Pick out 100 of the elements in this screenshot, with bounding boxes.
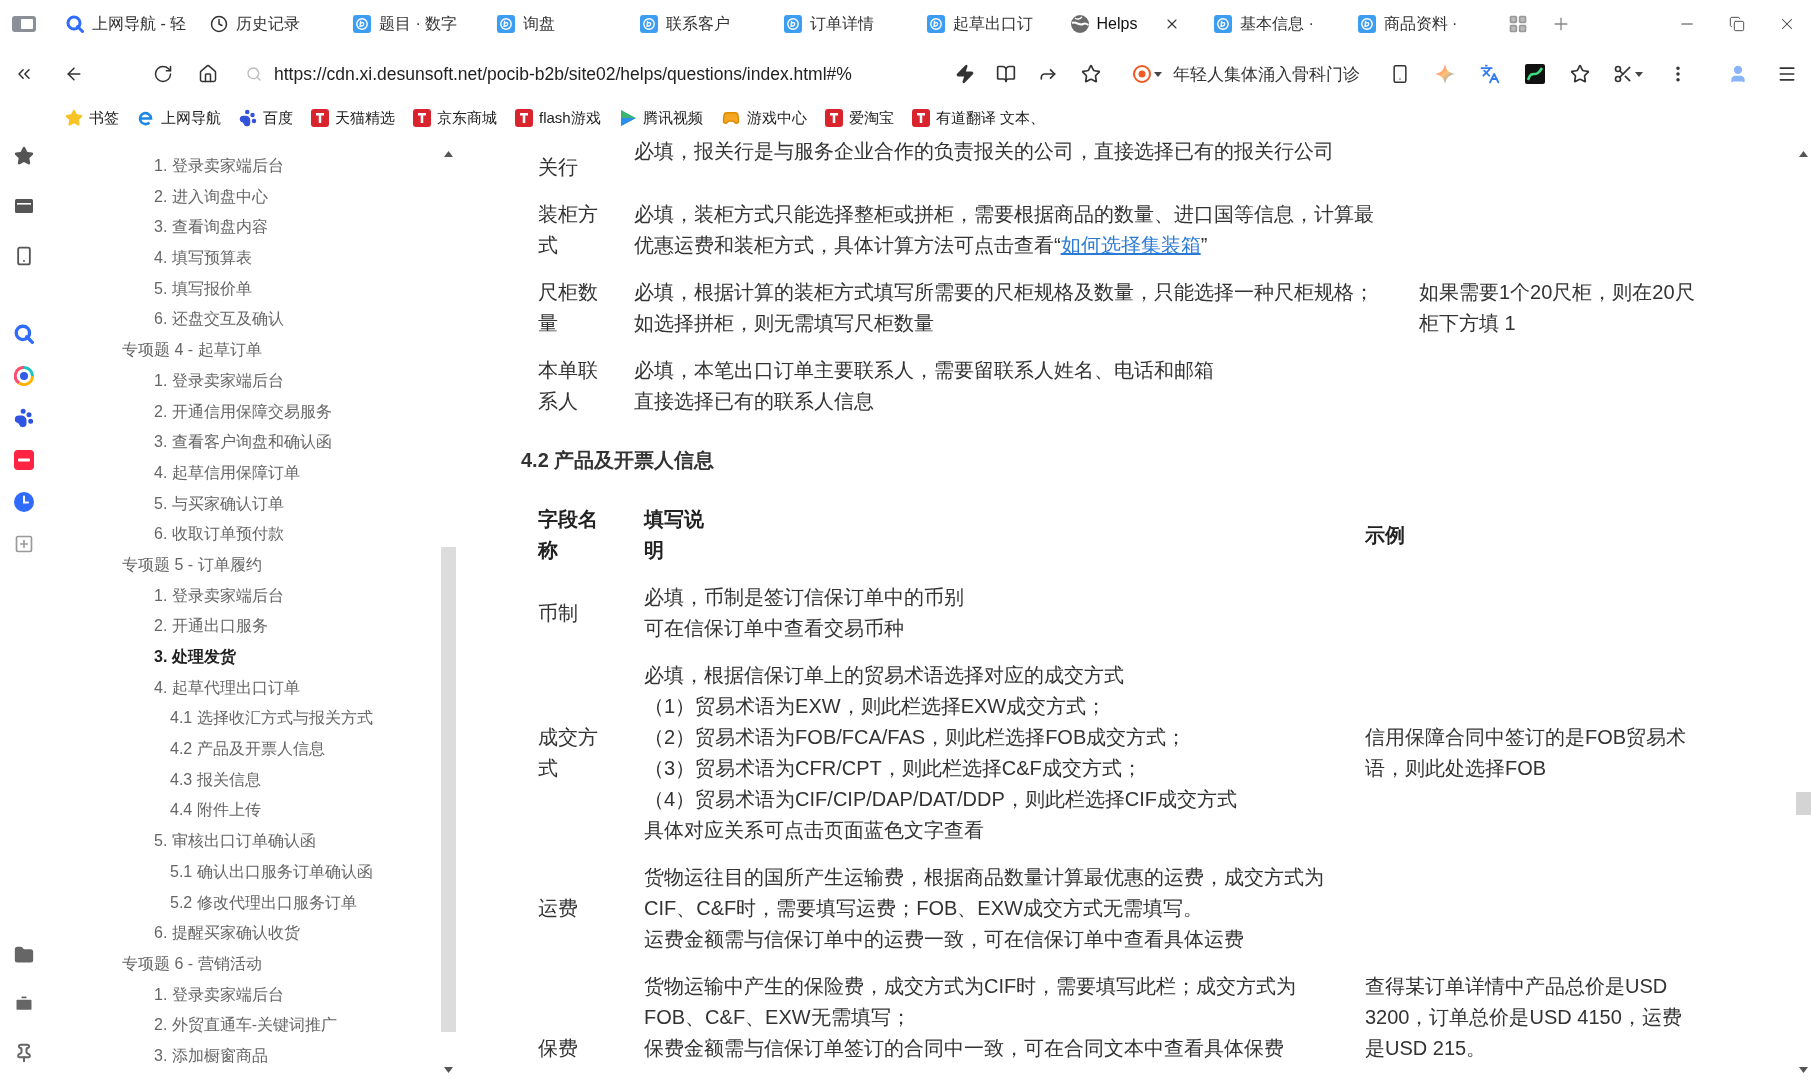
tile-logo-icon[interactable] xyxy=(14,450,34,470)
folder-icon[interactable] xyxy=(14,196,34,216)
tree-item[interactable]: 3. 查看询盘内容 xyxy=(154,212,268,244)
tree-item[interactable]: 2. 开通出口服务 xyxy=(154,611,268,642)
tree-item[interactable]: 4. 起草信用保障订单 xyxy=(154,457,300,489)
tree-item[interactable]: 5. 与买家确认订单 xyxy=(154,488,284,520)
app-logo-icon xyxy=(1357,15,1376,33)
tree-item[interactable]: 4. 填写预算表 xyxy=(154,243,252,274)
scroll-down-icon[interactable] xyxy=(444,1067,453,1073)
bookmark-link[interactable]: 天猫精选 xyxy=(311,106,395,130)
briefcase-icon[interactable] xyxy=(14,994,34,1014)
paw-icon[interactable] xyxy=(14,408,34,428)
section-heading: 4.2 产品及开票人信息 xyxy=(521,448,715,473)
tree-item[interactable]: 专项题 4 - 起草订单 xyxy=(122,335,262,366)
browser-tab[interactable]: 基本信息 · xyxy=(1204,4,1348,44)
browser-tab[interactable]: 题目 · 数字 xyxy=(343,4,487,44)
restore-icon[interactable] xyxy=(1729,16,1745,32)
bookmark-link[interactable]: 书签 xyxy=(65,106,119,130)
tree-item[interactable]: 3. 处理发货 xyxy=(154,642,236,673)
tree-item[interactable]: 3. 查看客户询盘和确认函 xyxy=(154,427,332,458)
menu-icon[interactable] xyxy=(1777,64,1797,84)
bookmark-link[interactable]: 有道翻译 文本、 xyxy=(911,106,1045,130)
folder-icon[interactable] xyxy=(14,945,34,965)
tree-item[interactable]: 4.4 附件上传 xyxy=(170,795,261,827)
tree-item[interactable]: 4. 起草代理出口订单 xyxy=(154,672,300,704)
scrollbar-thumb[interactable] xyxy=(1796,792,1811,815)
star-icon[interactable] xyxy=(14,146,34,166)
star-icon[interactable] xyxy=(1570,64,1590,84)
tree-item[interactable]: 5. 审核出口订单确认函 xyxy=(154,826,316,857)
translate-icon[interactable] xyxy=(1480,64,1500,84)
reload-icon[interactable] xyxy=(153,64,173,84)
phone-icon[interactable] xyxy=(1390,64,1410,84)
bookmark-link[interactable]: 京东商城 xyxy=(413,106,497,130)
tree-item[interactable]: 4.1 选择收汇方式与报关方式 xyxy=(170,703,373,735)
bookmark-link[interactable]: 爱淘宝 xyxy=(824,106,894,130)
tree-item[interactable]: 6. 提醒买家确认收货 xyxy=(154,918,300,949)
tree-item[interactable]: 3. 添加橱窗商品 xyxy=(154,1040,268,1072)
scrollbar-thumb[interactable] xyxy=(441,547,456,1032)
lightning-icon[interactable] xyxy=(955,64,975,84)
star-icon[interactable] xyxy=(1081,64,1101,84)
home-icon[interactable] xyxy=(198,64,218,84)
scroll-up-icon[interactable] xyxy=(444,151,453,157)
bookmark-link[interactable]: 游戏中心 xyxy=(720,106,807,130)
search-field[interactable]: 年轻人集体涌入骨科门诊 xyxy=(1125,56,1370,92)
tree-item[interactable]: 1. 登录卖家端后台 xyxy=(154,151,284,182)
scissors-icon[interactable] xyxy=(1613,64,1633,84)
description-line: （4）贸易术语为CIF/CIP/DAP/DAT/DDP，则此栏选择CIF成交方式 xyxy=(644,787,1237,812)
app-logo-icon xyxy=(1214,15,1232,33)
tree-item[interactable]: 1. 登录卖家端后台 xyxy=(154,979,284,1011)
browser-tab[interactable]: 起草出口订 xyxy=(917,4,1061,44)
description-line: 货物运往目的国所产生运输费，根据商品数量计算最优惠的运费，成交方式为 xyxy=(644,865,1324,890)
tree-item[interactable]: 专项题 5 - 订单履约 xyxy=(122,549,262,581)
tree-item[interactable]: 2. 开通信用保障交易服务 xyxy=(154,396,332,428)
tablet-icon[interactable] xyxy=(14,246,34,266)
tree-item[interactable]: 专项题 6 - 营销活动 xyxy=(122,948,262,980)
tree-item[interactable]: 4.2 产品及开票人信息 xyxy=(170,734,325,765)
help-link[interactable]: 如何选择集装箱 xyxy=(1060,234,1201,256)
scroll-up-icon[interactable] xyxy=(1799,151,1808,157)
gamepad-icon xyxy=(720,109,741,127)
browser-tab[interactable]: 询盘 xyxy=(486,4,630,44)
field-name: 尺柜数量 xyxy=(538,280,599,336)
bookmark-link[interactable]: 上网导航 xyxy=(137,106,221,130)
grid-icon[interactable] xyxy=(1508,14,1528,34)
description-line: 保费金额需与信保订单签订的合同中一致，可在合同文本中查看具体保费 xyxy=(644,1036,1284,1061)
scroll-down-icon[interactable] xyxy=(1799,1067,1808,1073)
tab-layout-icon[interactable] xyxy=(12,16,36,32)
tree-item[interactable]: 5. 填写报价单 xyxy=(154,273,252,305)
clock-icon xyxy=(209,15,228,33)
browser-tab[interactable]: 联系客户 xyxy=(630,4,774,44)
browser-tab[interactable]: 订单详情 xyxy=(773,4,917,44)
tree-item[interactable]: 5.1 确认出口服务订单确认函 xyxy=(170,856,373,888)
bookmark-link[interactable]: 百度 xyxy=(239,106,293,130)
pin-icon[interactable] xyxy=(14,1043,34,1063)
tree-item[interactable]: 2. 进入询盘中心 xyxy=(154,181,268,213)
add-icon[interactable] xyxy=(14,534,34,554)
tree-item[interactable]: 5.2 修改代理出口服务订单 xyxy=(170,887,357,919)
example-line: 柜下方填 1 xyxy=(1419,311,1516,336)
search-logo-icon[interactable] xyxy=(14,324,34,344)
tree-item[interactable]: 2. 外贸直通车-关键词推广 xyxy=(154,1010,338,1041)
browser-tab[interactable]: 上网导航 - 轻 xyxy=(56,4,200,44)
tree-item[interactable]: 4.3 报关信息 xyxy=(170,764,261,796)
tree-item[interactable]: 1. 登录卖家端后台 xyxy=(154,365,284,397)
tree-item[interactable]: 1. 登录卖家端后台 xyxy=(154,580,284,612)
clock-icon[interactable] xyxy=(14,492,34,512)
browser-tab[interactable]: Helps xyxy=(1060,4,1204,44)
wave-logo-icon[interactable] xyxy=(1525,64,1545,84)
caret-icon[interactable] xyxy=(1635,71,1643,77)
address-field[interactable]: https://cdn.xi.desunsoft.net/pocib-b2b/site02/helps/questions/index.html#% xyxy=(240,56,940,92)
description-line: （1）贸易术语为EXW，则此栏选择EXW成交方式； xyxy=(644,694,1107,719)
reader-icon[interactable] xyxy=(996,64,1016,84)
tree-item[interactable]: 6. 还盘交互及确认 xyxy=(154,304,284,336)
field-name: 本单联系人 xyxy=(538,358,599,414)
ring-logo-icon[interactable] xyxy=(14,366,34,386)
bookmark-link[interactable]: flash游戏 xyxy=(515,106,601,130)
bookmark-link[interactable]: 腾讯视频 xyxy=(618,106,703,130)
browser-tab[interactable]: 商品资料 · xyxy=(1347,4,1491,44)
tree-item[interactable]: 6. 收取订单预付款 xyxy=(154,519,284,550)
caret-icon[interactable] xyxy=(1154,71,1162,77)
browser-tab[interactable]: 历史记录 xyxy=(199,4,343,44)
example-line: 查得某订单详情中产品总价是USD xyxy=(1365,974,1668,999)
